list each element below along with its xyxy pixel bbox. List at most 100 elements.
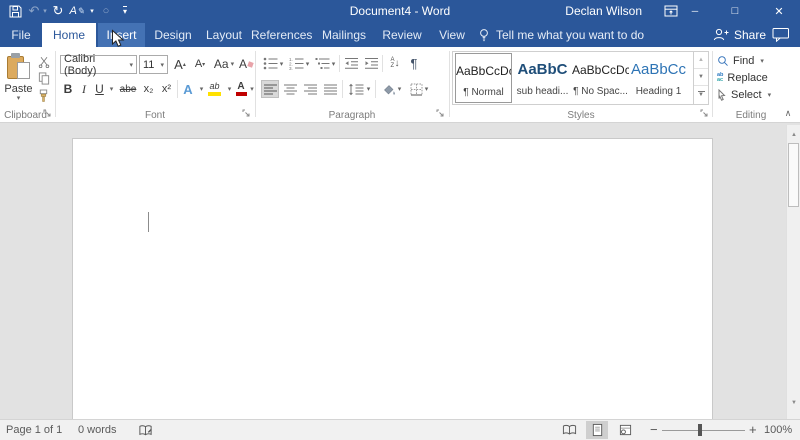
close-button[interactable]: ✕ <box>768 0 790 22</box>
superscript-button[interactable]: x² <box>158 80 175 98</box>
zoom-out-button[interactable]: − <box>650 420 658 440</box>
styles-dialog-launcher[interactable] <box>700 109 710 119</box>
line-spacing-button[interactable]: ▾ <box>346 80 372 98</box>
collapse-ribbon-button[interactable]: ∧ <box>780 106 796 120</box>
tab-references[interactable]: References <box>251 23 312 47</box>
show-hide-pilcrow-button[interactable]: ¶ <box>406 53 422 73</box>
find-button[interactable]: Find ▾ <box>717 53 764 69</box>
subscript-button[interactable]: x₂ <box>140 80 157 98</box>
text-effects-button[interactable]: A <box>180 80 196 98</box>
style-heading-1[interactable]: AaBbCc Heading 1 <box>630 53 687 103</box>
read-mode-button[interactable] <box>558 421 580 439</box>
align-center-icon <box>283 84 297 94</box>
clear-formatting-button[interactable]: A <box>238 54 254 74</box>
align-center-button[interactable] <box>281 80 299 98</box>
scrollbar-thumb[interactable] <box>788 143 799 207</box>
format-painter-button[interactable] <box>36 88 51 103</box>
grow-font-button[interactable]: A ▴ <box>171 54 189 74</box>
styles-gallery: AaBbCcDc ¶ Normal AaBbC sub headi... AaB… <box>452 51 709 105</box>
font-name-combobox[interactable]: Calibri (Body) ▾ <box>60 53 137 77</box>
word-count[interactable]: 0 words <box>78 420 117 440</box>
strikethrough-button[interactable]: abe <box>117 80 139 98</box>
select-cursor-icon <box>718 88 726 101</box>
scroll-down-button[interactable]: ▼ <box>788 397 800 409</box>
style-no-spacing[interactable]: AaBbCcDc ¶ No Spac... <box>572 53 629 103</box>
borders-button[interactable]: ▾ <box>406 80 432 98</box>
print-layout-button[interactable] <box>586 421 608 439</box>
proofing-status-button[interactable] <box>138 424 153 440</box>
bullets-button[interactable]: ▾ <box>261 55 285 72</box>
ribbon-display-options-button[interactable] <box>660 0 682 22</box>
text-effects-dropdown[interactable]: ▾ <box>196 80 205 98</box>
font-dialog-launcher[interactable] <box>242 109 252 119</box>
scroll-up-button[interactable]: ▲ <box>788 129 800 141</box>
text-effects-icon: A <box>183 81 193 97</box>
zoom-level-button[interactable]: 100% <box>764 420 792 440</box>
align-right-button[interactable] <box>301 80 319 98</box>
zoom-slider-thumb[interactable] <box>698 424 702 436</box>
style-sub-heading[interactable]: AaBbC sub headi... <box>514 53 571 103</box>
bullets-icon <box>263 57 278 70</box>
tab-view[interactable]: View <box>431 23 473 47</box>
vertical-scrollbar[interactable]: ▲ ▼ <box>786 125 800 419</box>
font-color-button[interactable]: A <box>234 80 248 98</box>
account-name[interactable]: Declan Wilson <box>565 0 642 22</box>
zoom-in-button[interactable]: + <box>749 420 757 440</box>
tell-me-box[interactable]: Tell me what you want to do <box>478 22 644 47</box>
comment-icon <box>772 28 789 42</box>
styles-more-button[interactable]: ▼ <box>694 86 708 103</box>
change-case-button[interactable]: Aa ▾ <box>212 54 236 74</box>
numbering-button[interactable]: 1. 2. 3. ▾ <box>287 55 311 72</box>
copy-button[interactable] <box>36 71 51 86</box>
eraser-shape <box>247 60 254 68</box>
shading-button[interactable]: ▾ <box>378 80 404 98</box>
tell-me-label: Tell me what you want to do <box>496 27 645 42</box>
tab-mailings[interactable]: Mailings <box>317 23 371 47</box>
web-layout-button[interactable] <box>614 421 636 439</box>
styles-scroll-up-button[interactable]: ▲ <box>694 52 708 69</box>
multilevel-list-button[interactable]: ▾ <box>313 55 337 72</box>
find-label: Find <box>733 55 755 67</box>
justify-button[interactable] <box>321 80 339 98</box>
bold-button[interactable]: B <box>61 80 75 98</box>
collapse-ribbon-icon: ∧ <box>784 107 792 118</box>
style-normal[interactable]: AaBbCcDc ¶ Normal <box>455 53 512 103</box>
paragraph-dialog-launcher[interactable] <box>436 109 446 119</box>
comments-button[interactable] <box>772 22 790 47</box>
minimize-button[interactable]: ─ <box>684 0 706 22</box>
clipboard-dialog-launcher[interactable] <box>43 109 53 119</box>
zoom-slider-track[interactable] <box>662 430 745 431</box>
font-color-dropdown[interactable]: ▾ <box>247 80 255 98</box>
styles-scroll-down-button[interactable]: ▼ <box>694 69 708 86</box>
sort-button[interactable]: A Z ↓ <box>385 53 405 73</box>
text-cursor <box>148 212 149 232</box>
underline-dropdown[interactable]: ▾ <box>106 80 115 98</box>
underline-button[interactable]: U <box>93 80 106 98</box>
highlight-color-button[interactable]: ab <box>206 80 223 98</box>
paste-button[interactable]: Paste ▾ <box>3 51 34 119</box>
maximize-button[interactable]: □ <box>724 0 746 22</box>
share-button[interactable]: Share <box>712 22 766 47</box>
page-indicator[interactable]: Page 1 of 1 <box>6 420 62 440</box>
italic-button[interactable]: I <box>78 80 90 98</box>
shrink-font-button[interactable]: A ▾ <box>191 54 209 74</box>
select-button[interactable]: Select ▾ <box>717 87 771 103</box>
tab-review[interactable]: Review <box>377 23 427 47</box>
increase-indent-button[interactable] <box>362 55 380 72</box>
align-left-button[interactable] <box>261 80 279 98</box>
replace-button[interactable]: ab ac Replace <box>717 70 768 86</box>
styles-group: AaBbCcDc ¶ Normal AaBbC sub headi... AaB… <box>450 47 712 122</box>
decrease-indent-button[interactable] <box>342 55 360 72</box>
font-size-combobox[interactable]: 11 ▾ <box>139 55 168 74</box>
tab-design[interactable]: Design <box>149 23 197 47</box>
tab-home[interactable]: Home <box>42 23 96 47</box>
tab-layout[interactable]: Layout <box>201 23 247 47</box>
tab-file[interactable]: File <box>2 23 40 47</box>
scroll-down-icon: ▼ <box>791 400 797 406</box>
paint-bucket-icon <box>383 84 395 95</box>
cut-button[interactable] <box>36 54 51 69</box>
styles-gallery-scroll: ▲ ▼ ▼ <box>693 52 708 104</box>
font-group-label: Font <box>144 110 165 121</box>
highlight-dropdown[interactable]: ▾ <box>224 80 233 98</box>
document-page[interactable] <box>72 138 713 419</box>
